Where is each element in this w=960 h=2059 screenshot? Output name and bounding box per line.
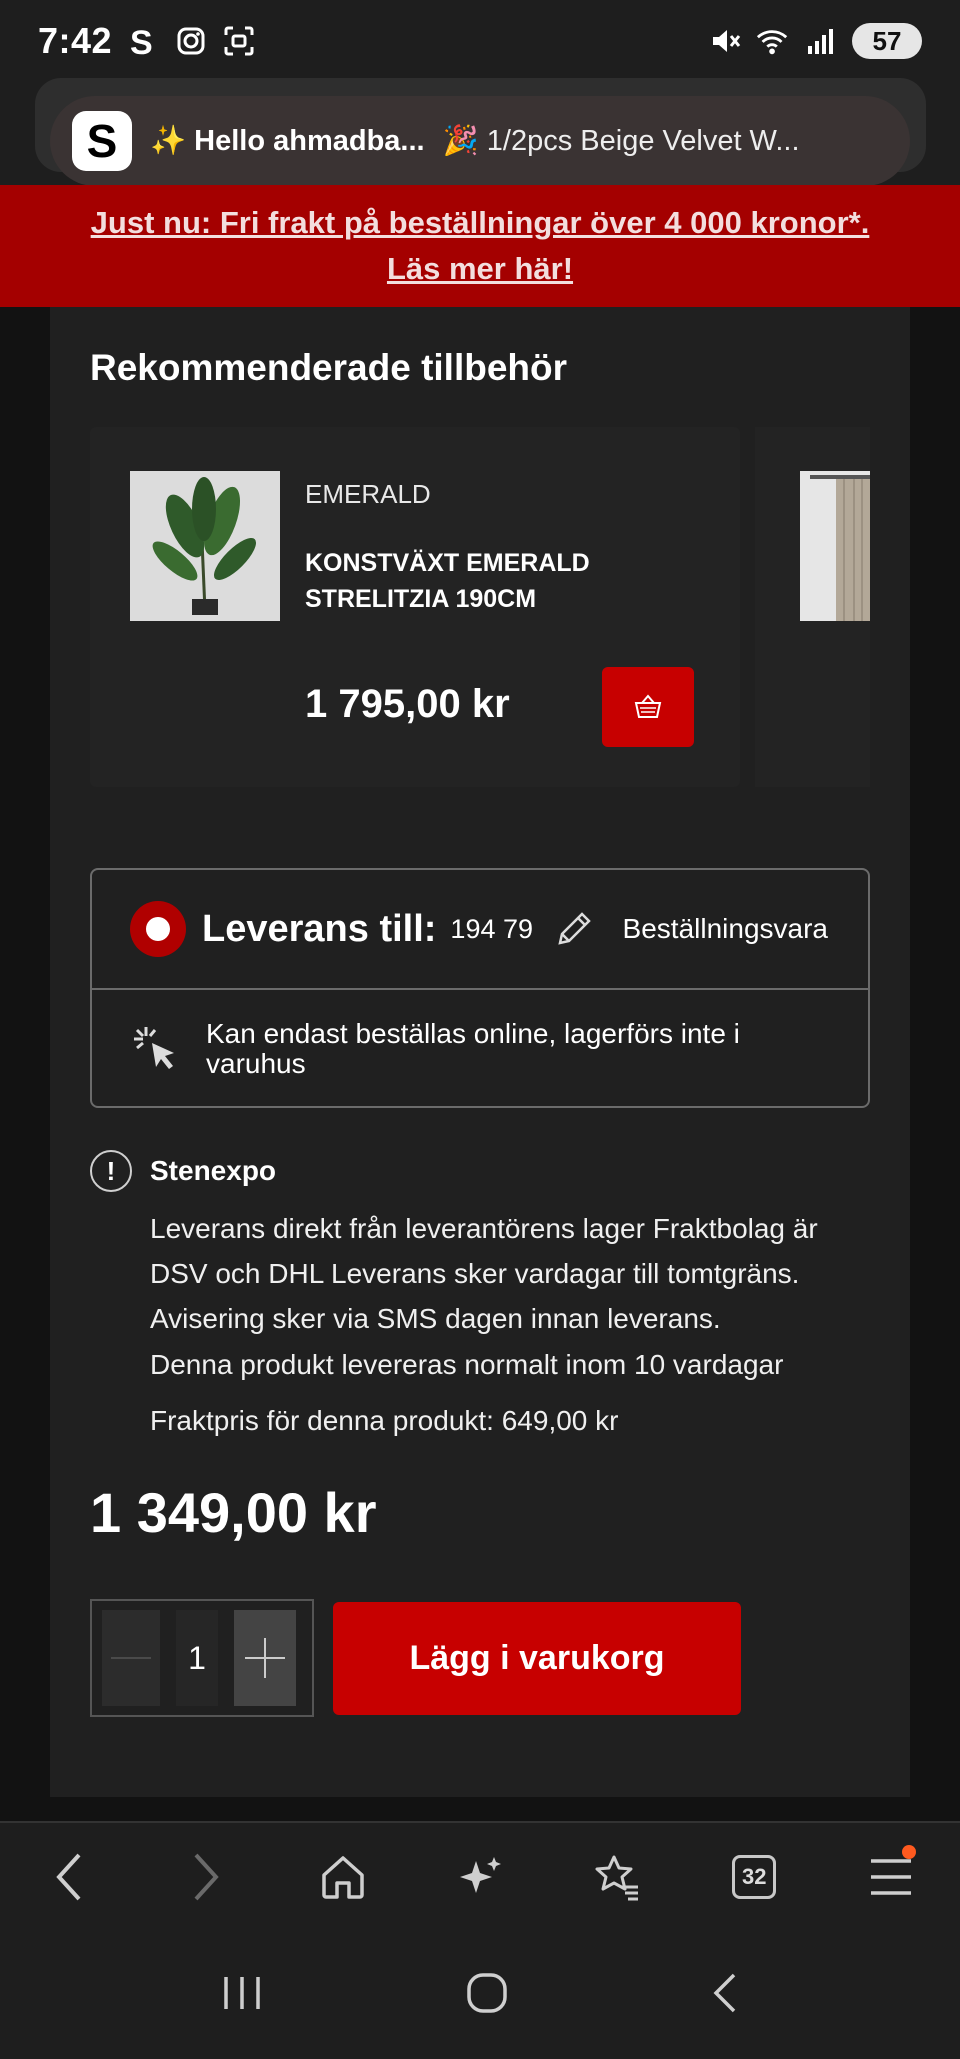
banner-read-more-link[interactable]: Läs mer här! [387, 246, 573, 292]
product-image-plant[interactable] [130, 471, 280, 621]
product-price: 1 349,00 kr [90, 1481, 377, 1544]
site-logo-icon: S [72, 111, 132, 171]
star-list-icon [595, 1855, 639, 1901]
delivery-label: Leverans till: [202, 907, 437, 950]
s-app-icon: S [126, 24, 160, 58]
recommended-title: Rekommenderade tillbehör [90, 347, 568, 388]
product-brand: EMERALD [305, 479, 431, 509]
back-nav-button[interactable] [710, 1971, 740, 2020]
tab-strip[interactable]: S ✨ Hello ahmadba... 🎉 1/2pcs Beige Velv… [50, 96, 910, 186]
recent-apps-button[interactable] [220, 1973, 264, 2018]
delivery-option-box: Leverans till: 194 79 Beställningsvara K… [90, 868, 870, 1108]
forward-arrow-icon [194, 1853, 219, 1901]
home-button[interactable] [274, 1823, 411, 1931]
home-circle-icon [467, 1972, 507, 2013]
basket-icon [634, 694, 662, 718]
mute-icon [708, 24, 742, 58]
delivery-row[interactable]: Leverans till: 194 79 Beställningsvara [92, 870, 868, 990]
edit-pencil-icon[interactable] [551, 906, 597, 952]
quantity-stepper: 1 [90, 1599, 314, 1717]
tabs-button[interactable]: 32 [686, 1823, 823, 1931]
free-shipping-banner[interactable]: Just nu: Fri frakt på beställningar över… [0, 185, 960, 307]
recommended-price: 1 795,00 kr [305, 682, 510, 726]
product-image-curtain[interactable] [800, 471, 870, 621]
supplier-name: Stenexpo [150, 1155, 277, 1186]
svg-text:S: S [130, 24, 153, 58]
hamburger-menu-icon [871, 1859, 912, 1895]
recommended-item-card[interactable]: EMERALD KONSTVÄXT EMERALD STRELITZIA 190… [90, 427, 740, 787]
cursor-click-icon [128, 1021, 184, 1077]
sparkle-icon [459, 1857, 501, 1893]
back-arrow-icon [55, 1853, 81, 1901]
delivery-zip: 194 79 [450, 913, 534, 944]
lead-time-text: Denna produkt levereras normalt inom 10 … [150, 1349, 784, 1380]
home-icon [322, 1856, 364, 1899]
tabs-icon: 32 [732, 1855, 777, 1899]
quantity-value[interactable]: 1 [176, 1610, 218, 1706]
back-chevron-icon [713, 1973, 735, 2012]
add-to-basket-button[interactable] [602, 667, 694, 747]
minus-icon [111, 1657, 151, 1659]
menu-button[interactable] [823, 1823, 960, 1931]
plus-icon [245, 1638, 285, 1678]
ai-assistant-button[interactable] [411, 1823, 548, 1931]
shipping-price-text: Fraktpris för denna produkt: 649,00 kr [150, 1405, 619, 1436]
signal-icon [804, 24, 838, 58]
system-navigation-bar [0, 1931, 960, 2059]
product-name[interactable]: KONSTVÄXT EMERALD STRELITZIA 190CM [305, 545, 685, 617]
add-to-cart-button[interactable]: Lägg i varukorg [333, 1602, 741, 1715]
back-button[interactable] [0, 1823, 137, 1931]
online-only-note: Kan endast beställas online, lagerförs i… [206, 1018, 740, 1079]
battery-icon: 57 [852, 23, 922, 59]
clock: 7:42 [38, 20, 113, 61]
browser-toolbar: 32 [0, 1821, 960, 1931]
wifi-icon [756, 24, 790, 58]
banner-line-1[interactable]: Just nu: Fri frakt på beställningar över… [91, 200, 870, 246]
online-only-row: Kan endast beställas online, lagerförs i… [92, 990, 868, 1108]
quantity-decrease-button[interactable] [102, 1610, 160, 1706]
tab-title-active[interactable]: ✨ Hello ahmadba... [150, 124, 425, 158]
page-body: Rekommenderade tillbehör EMERALD KONSTVÄ… [0, 307, 960, 2059]
notification-dot [901, 1845, 916, 1859]
home-nav-button[interactable] [465, 1971, 509, 2020]
recommended-item-card-next[interactable] [755, 427, 870, 787]
product-panel: Rekommenderade tillbehör EMERALD KONSTVÄ… [50, 307, 910, 1797]
exclamation-icon: ! [90, 1150, 132, 1192]
quantity-increase-button[interactable] [234, 1610, 296, 1706]
screenshot-icon [222, 24, 256, 58]
supplier-description: Leverans direkt från leverantörens lager… [150, 1213, 818, 1334]
status-bar: 7:42 S 57 [0, 0, 960, 82]
forward-button[interactable] [137, 1823, 274, 1931]
tab-title-next[interactable]: 🎉 1/2pcs Beige Velvet W... [443, 124, 800, 158]
bookmarks-button[interactable] [549, 1823, 686, 1931]
recent-apps-icon [224, 1976, 261, 2009]
instagram-icon [174, 24, 208, 58]
order-type-label: Beställningsvara [622, 913, 828, 944]
delivery-radio-button[interactable] [130, 901, 186, 957]
